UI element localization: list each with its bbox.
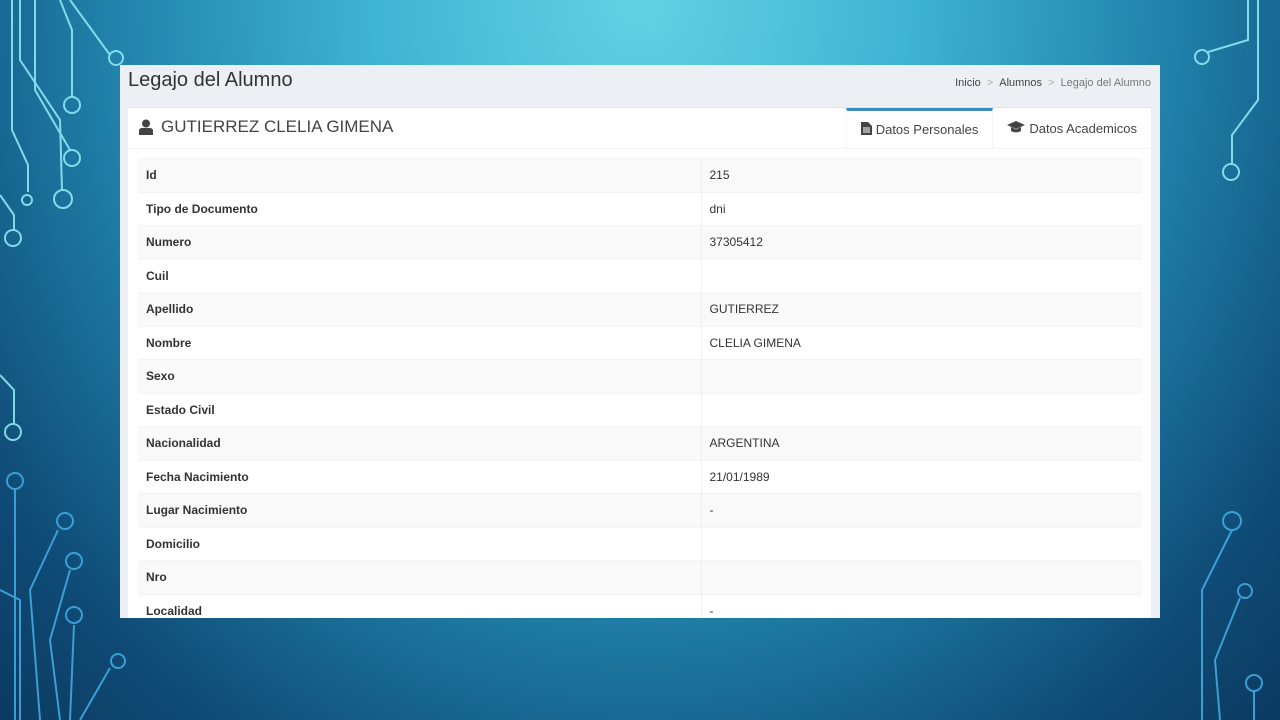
field-label: Lugar Nacimiento xyxy=(138,493,702,527)
breadcrumb-alumnos[interactable]: Alumnos xyxy=(999,77,1042,89)
table-row: Estado Civil xyxy=(138,392,1142,427)
field-label: Apellido xyxy=(138,292,702,326)
table-row: Nombre CLELIA GIMENA xyxy=(138,325,1142,360)
table-row: Apellido GUTIERREZ xyxy=(138,292,1142,326)
file-text-icon xyxy=(860,122,872,138)
field-value: 37305412 xyxy=(701,225,1142,259)
student-name: GUTIERREZ CLELIA GIMENA xyxy=(161,117,394,136)
table-row: Sexo xyxy=(138,359,1142,393)
field-label: Localidad xyxy=(138,593,702,618)
field-label: Nro xyxy=(138,560,702,594)
table-row: Domicilio xyxy=(138,526,1142,561)
tab-datos-personales[interactable]: Datos Personales xyxy=(845,108,994,148)
page-title: Legajo del Alumno xyxy=(128,69,293,91)
field-label: Id xyxy=(138,158,702,192)
table-row: Id 215 xyxy=(138,158,1142,192)
field-label: Nacionalidad xyxy=(138,426,702,460)
field-value: 21/01/1989 xyxy=(701,459,1142,494)
breadcrumb-inicio[interactable]: Inicio xyxy=(955,77,981,89)
tab-label: Datos Personales xyxy=(875,122,979,137)
table-row: Cuil xyxy=(138,258,1142,293)
table-row: Nacionalidad ARGENTINA xyxy=(138,426,1142,460)
tab-label: Datos Academicos xyxy=(1029,121,1137,136)
table-row: Numero 37305412 xyxy=(138,225,1142,259)
field-label: Fecha Nacimiento xyxy=(138,459,702,494)
field-label: Nombre xyxy=(138,325,702,360)
graduation-cap-icon xyxy=(1007,121,1026,137)
tab-datos-academicos[interactable]: Datos Academicos xyxy=(993,108,1151,148)
table-row: Nro xyxy=(138,560,1142,594)
field-label: Numero xyxy=(138,225,702,259)
field-label: Domicilio xyxy=(138,526,702,561)
field-value xyxy=(701,526,1142,561)
field-value: 215 xyxy=(701,158,1142,192)
student-record-box: GUTIERREZ CLELIA GIMENA Datos Personales… xyxy=(128,107,1151,618)
field-value: CLELIA GIMENA xyxy=(701,325,1142,360)
screenshot-panel: Legajo del Alumno Inicio > Alumnos > Legajo … xyxy=(120,65,1160,618)
field-value: - xyxy=(701,493,1142,527)
field-label: Tipo de Documento xyxy=(138,191,702,226)
field-label: Estado Civil xyxy=(138,392,702,427)
breadcrumb-current: Legajo del Alumno xyxy=(1060,77,1151,89)
field-value: dni xyxy=(701,191,1142,226)
content-header: Legajo del Alumno Inicio > Alumnos > Legajo … xyxy=(120,65,1160,105)
table-row: Tipo de Documento dni xyxy=(138,191,1142,226)
student-data-table: Id 215 Tipo de Documento dni Numero 3730541… xyxy=(138,158,1142,618)
table-row: Lugar Nacimiento - xyxy=(138,493,1142,527)
field-value xyxy=(701,560,1142,594)
breadcrumb: Inicio > Alumnos > Legajo del Alumno xyxy=(955,77,1151,89)
record-tabs: Datos Personales Datos Academicos xyxy=(845,108,1151,148)
table-row: Fecha Nacimiento 21/01/1989 xyxy=(138,459,1142,494)
user-icon xyxy=(139,119,153,135)
field-value: ARGENTINA xyxy=(701,426,1142,460)
box-header: GUTIERREZ CLELIA GIMENA Datos Personales… xyxy=(128,108,1151,149)
field-value xyxy=(701,258,1142,293)
field-label: Cuil xyxy=(138,258,702,293)
field-label: Sexo xyxy=(138,359,702,393)
field-value xyxy=(701,359,1142,393)
field-value xyxy=(701,392,1142,427)
field-value: - xyxy=(701,593,1142,618)
slide-background: Legajo del Alumno Inicio > Alumnos > Legajo … xyxy=(0,0,1280,720)
field-value: GUTIERREZ xyxy=(701,292,1142,326)
table-row: Localidad - xyxy=(138,593,1142,618)
student-heading: GUTIERREZ CLELIA GIMENA xyxy=(139,117,393,137)
